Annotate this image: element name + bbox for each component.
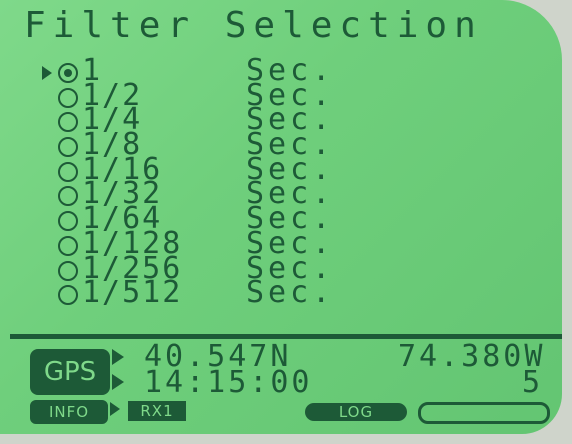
radio-icon[interactable] [58,87,78,108]
lcd-screen: Filter Selection 1 Sec. 1/2 Sec. 1/4 Sec… [0,0,562,434]
screen-title: Filter Selection [24,5,483,46]
time-arrow-icon [112,374,124,390]
gps-satellite-count: 5 [522,365,544,400]
radio-selected-icon[interactable] [58,63,78,83]
radio-icon[interactable] [58,161,78,182]
radio-icon[interactable] [58,285,78,306]
radio-icon[interactable] [58,235,78,256]
radio-icon[interactable] [58,112,78,133]
gps-badge[interactable]: GPS [30,349,110,395]
radio-icon[interactable] [58,137,78,158]
rx-badge: RX1 [128,401,186,421]
radio-icon[interactable] [58,211,78,232]
log-button[interactable]: LOG [305,403,407,421]
selection-pointer-icon [42,66,52,80]
device-bezel: Filter Selection 1 Sec. 1/2 Sec. 1/4 Sec… [0,0,572,444]
filter-value: 1/512 [82,275,183,311]
log-progress-bar [418,402,550,424]
radio-icon[interactable] [58,260,78,281]
radio-icon[interactable] [58,186,78,207]
info-arrow-icon [110,402,120,416]
gps-time: 14:15:00 [144,365,313,400]
filter-unit: Sec. [246,275,335,311]
gps-arrow-icon [112,349,124,365]
info-badge[interactable]: INFO [30,400,108,424]
